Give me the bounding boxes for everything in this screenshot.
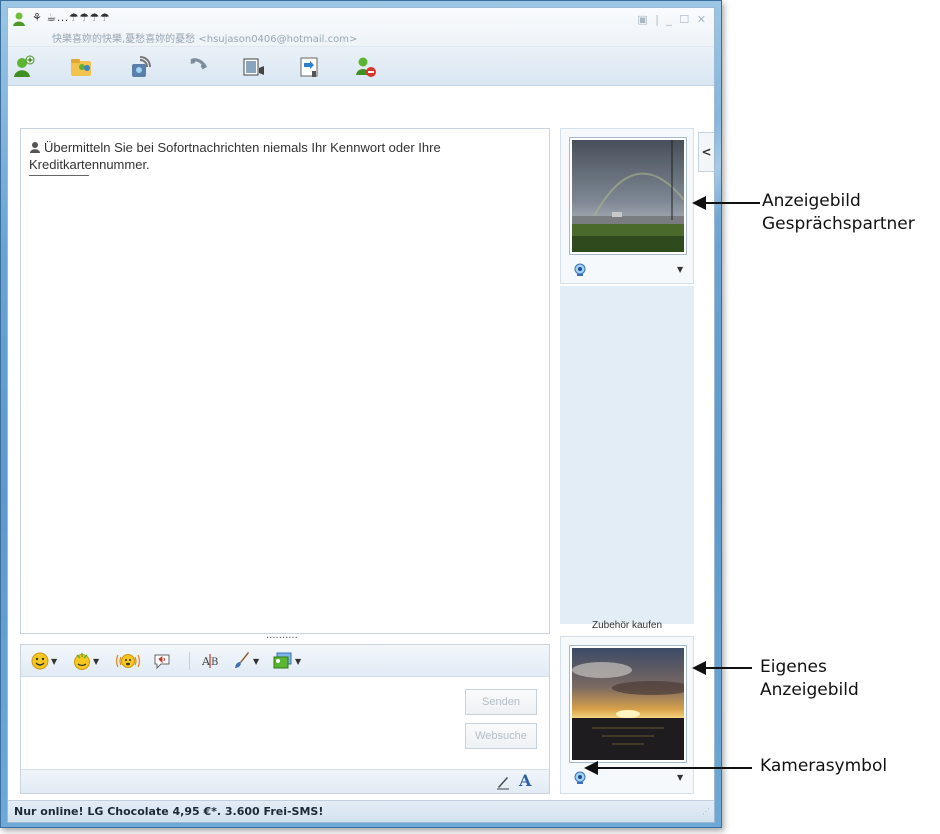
resize-grip-icon[interactable]: ⋰ xyxy=(702,807,710,816)
window-content: ⚘ ☕...☂☂☂☂ 快樂喜妳的快樂,憂愁喜妳的憂愁 <hsujason0406… xyxy=(7,7,715,823)
annotation-line-1: Anzeigebild xyxy=(762,191,861,211)
title-bar: ⚘ ☕...☂☂☂☂ 快樂喜妳的快樂,憂愁喜妳的憂愁 <hsujason0406… xyxy=(8,8,714,46)
input-mode-bar: A xyxy=(21,769,549,793)
toolbar-separator xyxy=(189,652,190,670)
annotation-line-2: Anzeigebild xyxy=(760,680,859,700)
splitter-grip[interactable]: ·········· xyxy=(266,633,298,644)
partner-picture-annotation: Anzeigebild Gesprächspartner xyxy=(762,190,915,236)
send-button[interactable]: Senden xyxy=(465,689,537,715)
input-pane: ▼ ▼ A B ▼ ▼ Senden Websuche A xyxy=(20,644,550,794)
wink-icon xyxy=(74,653,90,670)
status-bar: Nur online! LG Chocolate 4,95 €*. 3.600 … xyxy=(8,800,714,822)
block-icon xyxy=(356,57,376,77)
chevron-down-icon[interactable]: ▼ xyxy=(677,265,683,274)
accessories-link[interactable]: Zubehör kaufen xyxy=(560,620,694,631)
webcam-share-icon xyxy=(132,56,151,77)
paintbrush-icon xyxy=(235,652,249,668)
camera-symbol-annotation: Kamerasymbol xyxy=(760,756,888,776)
chevron-down-icon: ▼ xyxy=(93,656,100,666)
partner-photo xyxy=(572,140,685,252)
handwriting-icon[interactable] xyxy=(495,774,511,790)
games-icon xyxy=(300,57,318,77)
voice-clip-icon xyxy=(154,654,170,670)
svg-text:B: B xyxy=(211,657,218,668)
own-picture-panel: ▼ xyxy=(560,636,694,794)
websearch-button[interactable]: Websuche xyxy=(465,723,537,749)
camera-icon[interactable] xyxy=(573,263,587,277)
image-icon xyxy=(273,652,292,669)
message-input[interactable] xyxy=(21,677,451,765)
chevron-down-icon: ▼ xyxy=(253,656,260,666)
add-contact-icon xyxy=(14,55,35,77)
spellcheck-button[interactable]: A B xyxy=(201,651,221,671)
add-contact-button[interactable] xyxy=(10,53,38,81)
chevron-down-icon: ▼ xyxy=(51,656,58,666)
own-photo xyxy=(572,648,692,760)
window-controls[interactable]: ▣ | _ ☐ ✕ xyxy=(637,13,708,26)
shared-folders-icon xyxy=(71,59,91,76)
partner-picture-panel: ▼ xyxy=(560,128,694,284)
collapse-sidebar-button[interactable]: < xyxy=(698,132,714,172)
camera-symbol-arrow xyxy=(584,761,752,775)
nudge-button[interactable] xyxy=(115,651,141,671)
video-button[interactable] xyxy=(240,53,268,81)
smiley-icon xyxy=(31,652,49,670)
user-warning-icon xyxy=(30,142,40,153)
voice-clip-button[interactable] xyxy=(153,651,171,671)
image-button[interactable]: ▼ xyxy=(273,651,301,671)
format-toolbar: ▼ ▼ A B ▼ ▼ xyxy=(21,645,549,677)
annotation-line-1: Eigenes xyxy=(760,657,827,677)
action-toolbar xyxy=(8,46,714,86)
video-icon xyxy=(243,58,264,76)
own-picture-arrow xyxy=(692,661,752,675)
call-icon xyxy=(190,58,208,70)
partner-picture-arrow xyxy=(692,196,760,210)
font-icon[interactable]: A xyxy=(519,771,531,790)
shared-folders-button[interactable] xyxy=(68,53,96,81)
chevron-down-icon[interactable]: ▼ xyxy=(677,773,683,782)
contact-status-icon xyxy=(13,12,25,26)
emoticon-button[interactable]: ▼ xyxy=(31,651,57,671)
games-button[interactable] xyxy=(296,53,324,81)
call-button[interactable] xyxy=(184,53,212,81)
ad-link[interactable]: Nur online! LG Chocolate 4,95 €*. 3.600 … xyxy=(14,805,323,818)
background-button[interactable]: ▼ xyxy=(233,651,259,671)
conversation-pane: Übermitteln Sie bei Sofortnachrichten ni… xyxy=(20,128,550,634)
wink-button[interactable]: ▼ xyxy=(73,651,99,671)
annotation-line-2: Gesprächspartner xyxy=(762,214,915,234)
own-display-picture[interactable] xyxy=(569,645,692,763)
messenger-window: ⚘ ☕...☂☂☂☂ 快樂喜妳的快樂,憂愁喜妳的憂愁 <hsujason0406… xyxy=(0,0,722,828)
security-warning-text: Übermitteln Sie bei Sofortnachrichten ni… xyxy=(29,140,441,172)
divider xyxy=(29,175,89,176)
security-warning: Übermitteln Sie bei Sofortnachrichten ni… xyxy=(29,139,541,173)
spellcheck-icon: A B xyxy=(201,654,218,668)
nudge-icon xyxy=(115,654,141,668)
own-picture-annotation: Eigenes Anzeigebild xyxy=(760,656,859,702)
chevron-down-icon: ▼ xyxy=(295,656,302,666)
sidebar-spacer xyxy=(560,286,694,624)
webcam-share-button[interactable] xyxy=(126,53,154,81)
block-button[interactable] xyxy=(352,53,380,81)
contact-name: ⚘ ☕...☂☂☂☂ xyxy=(32,11,111,24)
partner-display-picture[interactable] xyxy=(569,137,687,255)
contact-subtitle: 快樂喜妳的快樂,憂愁喜妳的憂愁 <hsujason0406@hotmail.co… xyxy=(52,34,358,45)
